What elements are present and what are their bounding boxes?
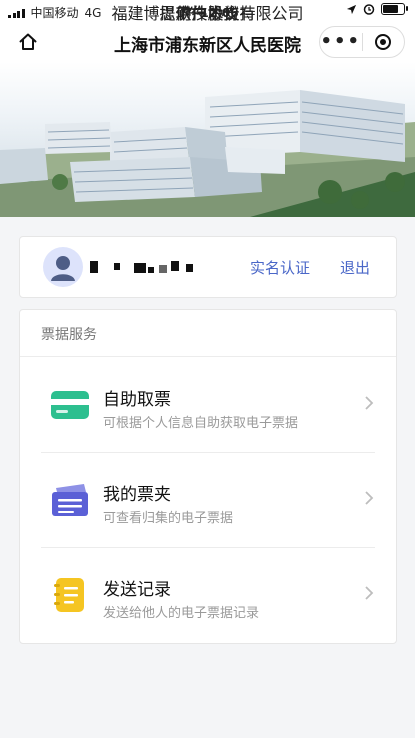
card-icon: [51, 391, 89, 419]
item-subtitle: 可查看归集的电子票据: [103, 511, 234, 526]
chevron-right-icon: [365, 396, 374, 410]
item-title: 我的票夹: [103, 485, 171, 505]
chevron-right-icon: [365, 491, 374, 505]
more-button[interactable]: •••: [320, 27, 362, 57]
ticket-folder-icon: [52, 484, 88, 516]
item-title: 自助取票: [103, 390, 171, 410]
user-icon: [51, 256, 75, 281]
avatar[interactable]: [43, 247, 83, 287]
logout-link[interactable]: 退出: [340, 257, 370, 278]
item-subtitle: 可根据个人信息自助获取电子票据: [103, 416, 299, 431]
item-title: 发送记录: [103, 580, 171, 600]
item-subtitle: 发送给他人的电子票据记录: [103, 606, 260, 621]
nav-bar: 上海市浦东新区人民医院 •••: [0, 22, 415, 62]
send-record-item[interactable]: 发送记录 发送给他人的电子票据记录: [20, 547, 396, 642]
target-icon: [375, 34, 392, 50]
self-service-ticket-item[interactable]: 自助取票 可根据个人信息自助获取电子票据: [20, 357, 396, 452]
notepad-icon: [54, 578, 84, 612]
tech-support-text: 提供技术支持: [159, 4, 256, 23]
hospital-banner-image: [0, 62, 415, 217]
chevron-right-icon: [365, 586, 374, 600]
close-miniprogram-button[interactable]: [363, 34, 405, 50]
realname-auth-link[interactable]: 实名认证: [250, 257, 310, 278]
section-title: 票据服务: [41, 327, 97, 343]
miniprogram-capsule: •••: [319, 26, 405, 58]
ticket-service-card: 票据服务 自助取票 可根据个人信息自助获取电子票据 我的票夹 可查看归集的电子票…: [19, 309, 397, 644]
my-ticket-folder-item[interactable]: 我的票夹 可查看归集的电子票据: [20, 452, 396, 547]
user-card: 实名认证 退出: [19, 236, 397, 298]
